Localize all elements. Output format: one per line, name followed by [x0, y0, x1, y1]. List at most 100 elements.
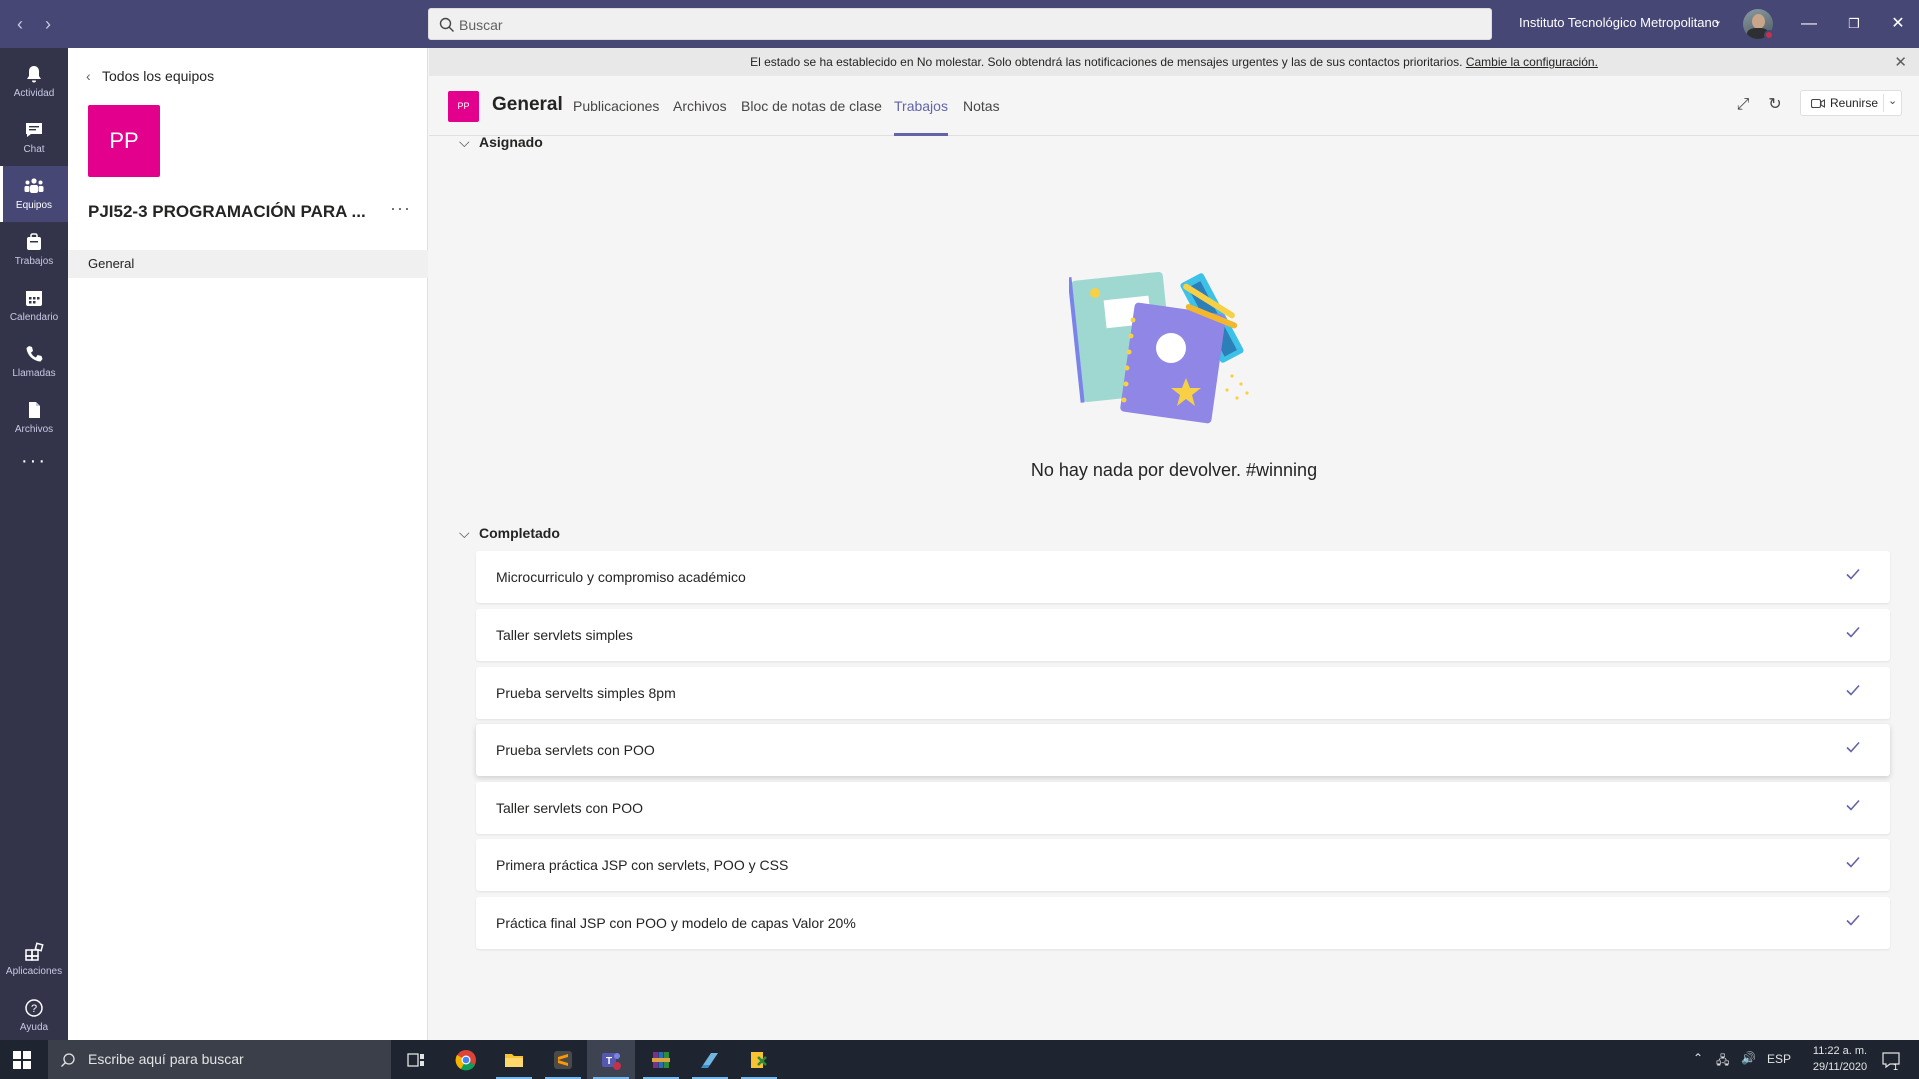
team-name: PJI52-3 PROGRAMACIÓN PARA ... [88, 202, 366, 221]
refresh-icon[interactable]: ↻ [1764, 94, 1786, 116]
rail-item-calendar[interactable]: Calendario [0, 278, 68, 334]
assignment-card[interactable]: Prueba servelts simples 8pm [476, 667, 1890, 719]
chrome-icon[interactable] [442, 1040, 490, 1079]
tab-assignments[interactable]: Trabajos [894, 98, 948, 114]
assignment-card[interactable]: Taller servlets con POO [476, 782, 1890, 834]
svg-text:T: T [606, 1056, 612, 1067]
rail-item-activity[interactable]: Actividad [0, 54, 68, 110]
rail-label: Llamadas [12, 368, 56, 379]
rail-label: Archivos [14, 424, 54, 435]
expand-icon[interactable]: ⤢ [1732, 94, 1754, 116]
rail-item-calls[interactable]: Llamadas [0, 334, 68, 390]
main-content: El estado se ha establecido en No molest… [429, 48, 1919, 1040]
team-avatar: PP [88, 105, 160, 177]
rail-label: Chat [23, 144, 45, 155]
clock-time: 11:22 a. m. [1812, 1045, 1868, 1057]
assignment-title: Taller servlets simples [496, 627, 633, 643]
presence-dnd-icon [1764, 30, 1774, 40]
channel-item-general[interactable]: General [68, 250, 428, 278]
meet-button[interactable]: Reunirse ⌄ [1800, 90, 1902, 116]
search-input[interactable]: Buscar [459, 17, 503, 33]
file-explorer-icon[interactable] [490, 1040, 538, 1079]
language-indicator[interactable]: ESP [1767, 1052, 1791, 1066]
team-panel: ‹ Todos los equipos PP PJI52-3 PROGRAMACI… [68, 48, 428, 1040]
assignment-card[interactable]: Práctica final JSP con POO y modelo de c… [476, 897, 1890, 949]
calendar-icon [26, 291, 42, 306]
assignment-title: Primera práctica JSP con servlets, POO y… [496, 857, 789, 873]
network-icon[interactable]: 🖧 [1716, 1051, 1729, 1072]
more-apps-button[interactable]: ··· [0, 446, 68, 482]
teams-taskbar-icon[interactable]: T [587, 1040, 635, 1079]
tab-grades[interactable]: Notas [963, 98, 1000, 114]
svg-text:?: ? [31, 1003, 37, 1015]
meet-label: Reunirse [1830, 96, 1879, 110]
chevron-up-icon[interactable]: ⌃ [1693, 1051, 1703, 1065]
taskbar-search-input[interactable]: Escribe aquí para buscar [88, 1051, 244, 1067]
all-teams-link[interactable]: ‹ Todos los equipos [86, 68, 214, 84]
assignment-title: Taller servlets con POO [496, 800, 644, 816]
chevron-down-icon[interactable]: ⌄ [1888, 94, 1897, 107]
tab-files[interactable]: Archivos [673, 98, 727, 114]
assignment-card[interactable]: Prueba servlets con POO [476, 724, 1890, 776]
assignment-title: Microcurriculo y compromiso académico [496, 569, 746, 585]
app-icon[interactable] [735, 1040, 783, 1079]
checkmark-icon [1846, 914, 1860, 926]
rail-label: Ayuda [19, 1022, 49, 1033]
assignment-card[interactable]: Taller servlets simples [476, 609, 1890, 661]
title-bar: ‹ › Buscar Instituto Tecnológico Metropo… [0, 0, 1919, 48]
close-window-icon[interactable]: ✕ [1886, 12, 1910, 36]
rail-item-files[interactable]: Archivos [0, 390, 68, 446]
notification-count: 1 [1893, 1062, 1899, 1072]
rail-item-teams[interactable]: Equipos [0, 166, 68, 222]
windows-taskbar: Escribe aquí para buscar T ⌃ 🖧 🔊 ESP 11:… [0, 1040, 1919, 1079]
rail-item-apps[interactable]: Aplicaciones [0, 932, 68, 988]
bell-icon [27, 66, 41, 83]
rail-item-chat[interactable]: Chat [0, 110, 68, 166]
chevron-down-icon: ⌵ [459, 525, 470, 541]
completed-heading: Completado [479, 525, 560, 541]
search-icon [439, 17, 454, 32]
assignment-card[interactable]: Microcurriculo y compromiso académico [476, 551, 1890, 603]
app-icon[interactable] [686, 1040, 734, 1079]
completed-section-toggle[interactable]: ⌵ Completado [459, 525, 560, 542]
change-settings-link[interactable]: Cambie la configuración. [1466, 55, 1598, 69]
divider [1883, 94, 1884, 112]
dnd-banner: El estado se ha establecido en No molest… [429, 48, 1919, 76]
video-camera-icon [1811, 98, 1825, 109]
channel-avatar: PP [448, 91, 479, 122]
more-options-icon[interactable]: ··· [390, 198, 411, 219]
tab-class-notebook[interactable]: Bloc de notas de clase [741, 98, 882, 114]
close-icon[interactable]: ✕ [1894, 53, 1907, 71]
winrar-icon[interactable] [637, 1040, 685, 1079]
empty-state-illustration [1069, 271, 1249, 424]
sublime-text-icon[interactable] [539, 1040, 587, 1079]
volume-icon[interactable]: 🔊 [1741, 1051, 1756, 1065]
forward-arrow-icon[interactable]: › [38, 14, 58, 34]
assignment-card[interactable]: Primera práctica JSP con servlets, POO y… [476, 839, 1890, 891]
app-rail: Actividad Chat Equipos Trabajos Calendar… [0, 48, 68, 1040]
windows-start-icon[interactable] [13, 1051, 31, 1069]
assignment-title: Prueba servelts simples 8pm [496, 685, 676, 701]
task-view-icon[interactable] [392, 1040, 440, 1079]
rail-item-help[interactable]: ? Ayuda [0, 988, 68, 1044]
checkmark-icon [1846, 684, 1860, 696]
channel-label: General [88, 256, 135, 271]
minimize-icon[interactable]: — [1797, 12, 1821, 36]
back-arrow-icon[interactable]: ‹ [10, 14, 30, 34]
file-icon [29, 402, 40, 418]
rail-item-assignments[interactable]: Trabajos [0, 222, 68, 278]
assignments-icon [27, 233, 41, 250]
chat-icon [26, 123, 42, 137]
checkmark-icon [1846, 799, 1860, 811]
chevron-down-icon[interactable]: ⌄ [1713, 14, 1722, 27]
org-switcher[interactable]: Instituto Tecnológico Metropolitano [1519, 15, 1719, 30]
system-clock[interactable]: 11:22 a. m. 29/11/2020 [1800, 1043, 1880, 1075]
tab-posts[interactable]: Publicaciones [573, 98, 659, 114]
search-box[interactable]: Buscar [428, 8, 1492, 40]
ellipsis-icon: ··· [21, 450, 47, 472]
assigned-section-toggle[interactable]: ⌵ Asignado [459, 134, 543, 151]
restore-icon[interactable]: ❐ [1842, 12, 1866, 36]
teams-icon [24, 178, 44, 193]
empty-state-message: No hay nada por devolver. #winning [1030, 460, 1318, 480]
taskbar-search[interactable]: Escribe aquí para buscar [48, 1040, 391, 1079]
